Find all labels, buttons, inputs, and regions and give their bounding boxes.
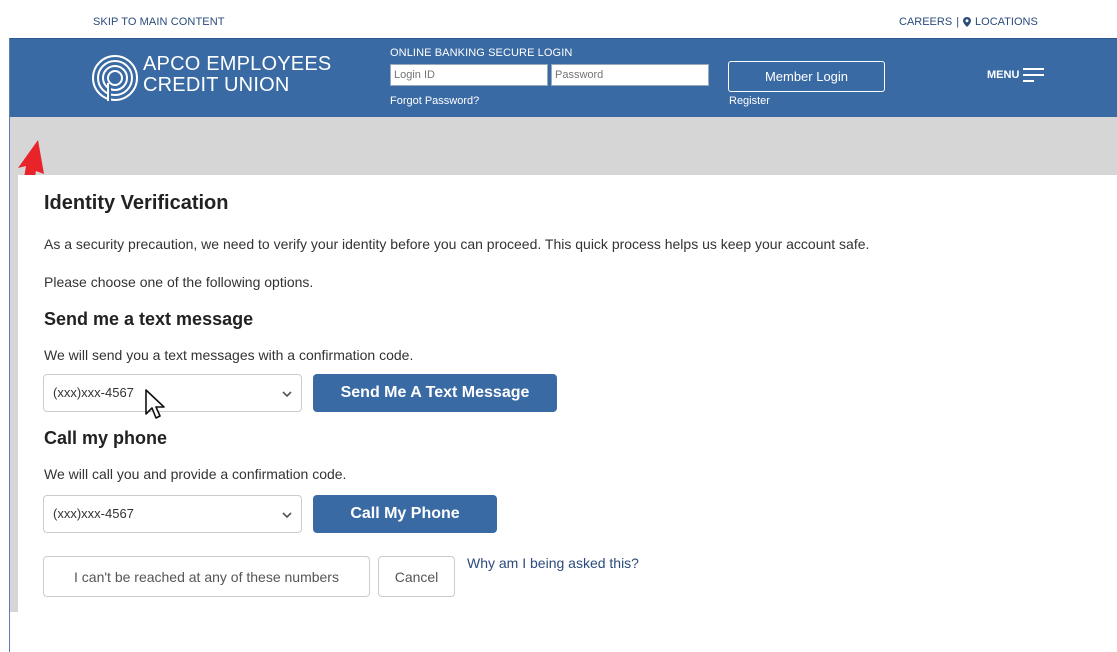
- chevron-down-icon: [281, 509, 293, 521]
- utility-links: CAREERS | LOCATIONS: [899, 16, 1038, 28]
- logo-line-1: APCO EMPLOYEES: [143, 53, 332, 75]
- register-link[interactable]: Register: [729, 95, 770, 107]
- login-id-input[interactable]: [390, 64, 548, 86]
- menu-button[interactable]: MENU: [987, 67, 1045, 82]
- mouse-cursor-icon: [144, 389, 168, 421]
- member-login-button[interactable]: Member Login: [728, 61, 885, 92]
- content-left-shade: [10, 175, 18, 612]
- text-message-description: We will send you a text messages with a …: [44, 347, 414, 363]
- careers-link[interactable]: CAREERS: [899, 16, 952, 28]
- text-number-value: (xxx)xxx-4567: [53, 385, 134, 400]
- location-pin-icon: [963, 17, 972, 27]
- logo-line-2: CREDIT UNION: [143, 74, 290, 96]
- grey-banner: [10, 117, 1117, 175]
- hamburger-icon: [1023, 67, 1045, 82]
- logo-text[interactable]: APCO EMPLOYEES CREDIT UNION: [143, 54, 331, 96]
- call-phone-heading: Call my phone: [44, 428, 168, 448]
- cancel-button[interactable]: Cancel: [378, 556, 455, 597]
- site-header: APCO EMPLOYEES CREDIT UNION ONLINE BANKI…: [10, 38, 1117, 117]
- chevron-down-icon: [281, 388, 293, 400]
- text-number-select[interactable]: (xxx)xxx-4567: [43, 374, 302, 412]
- call-number-select[interactable]: (xxx)xxx-4567: [43, 495, 302, 533]
- choose-text: Please choose one of the following optio…: [44, 274, 314, 290]
- call-my-phone-button[interactable]: Call My Phone: [313, 495, 497, 533]
- page: SKIP TO MAIN CONTENT CAREERS | LOCATIONS…: [0, 0, 1117, 652]
- why-asked-link[interactable]: Why am I being asked this?: [467, 555, 639, 571]
- password-input[interactable]: [551, 64, 709, 86]
- intro-text: As a security precaution, we need to ver…: [44, 236, 870, 252]
- login-title: ONLINE BANKING SECURE LOGIN: [390, 47, 573, 59]
- utility-separator: |: [956, 16, 960, 28]
- skip-to-main-link[interactable]: SKIP TO MAIN CONTENT: [93, 16, 225, 28]
- send-text-message-button[interactable]: Send Me A Text Message: [313, 374, 557, 412]
- text-message-heading: Send me a text message: [44, 309, 254, 329]
- credit-union-logo-icon[interactable]: [90, 53, 140, 103]
- cant-be-reached-button[interactable]: I can't be reached at any of these numbe…: [43, 556, 370, 597]
- call-number-value: (xxx)xxx-4567: [53, 506, 134, 521]
- locations-link[interactable]: LOCATIONS: [975, 16, 1038, 28]
- forgot-password-link[interactable]: Forgot Password?: [390, 95, 479, 107]
- utility-bar: SKIP TO MAIN CONTENT CAREERS | LOCATIONS: [0, 0, 1117, 38]
- call-phone-description: We will call you and provide a confirmat…: [44, 466, 347, 482]
- page-title: Identity Verification: [44, 192, 229, 214]
- menu-label: MENU: [987, 68, 1020, 81]
